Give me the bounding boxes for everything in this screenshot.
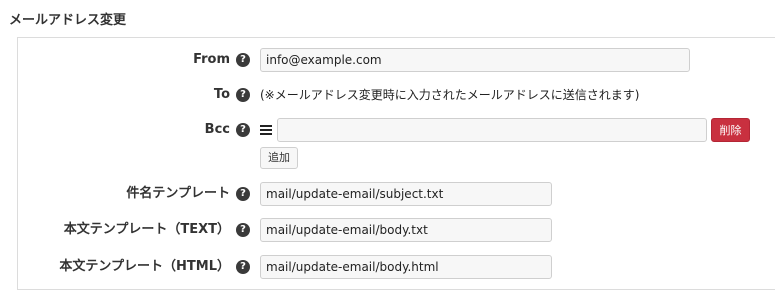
from-input[interactable]: info@example.com (260, 48, 690, 72)
subject-template-label: 件名テンプレート (126, 186, 230, 201)
body-html-template-row: 本文テンプレート（HTML） ? mail/update-email/body.… (0, 254, 775, 280)
question-circle-icon[interactable]: ? (236, 260, 250, 274)
to-row: To ? (※メールアドレス変更時に入力されたメールアドレスに送信されます) (0, 82, 775, 108)
subject-template-input[interactable]: mail/update-email/subject.txt (260, 182, 552, 206)
question-circle-icon[interactable]: ? (236, 187, 250, 201)
subject-template-row: 件名テンプレート ? mail/update-email/subject.txt (0, 181, 775, 207)
bcc-input[interactable] (277, 118, 707, 142)
to-label: To (213, 87, 230, 102)
drag-handle-icon[interactable] (260, 125, 272, 135)
body-html-template-input[interactable]: mail/update-email/body.html (260, 255, 552, 279)
bcc-row: Bcc ? 削除 (0, 117, 775, 143)
question-circle-icon[interactable]: ? (236, 223, 250, 237)
body-text-template-row: 本文テンプレート（TEXT） ? mail/update-email/body.… (0, 217, 775, 243)
body-text-template-label: 本文テンプレート（TEXT） (63, 222, 230, 237)
delete-bcc-button[interactable]: 削除 (711, 118, 750, 142)
section-title: メールアドレス変更 (9, 13, 127, 28)
email-settings-panel (17, 37, 775, 290)
bcc-label: Bcc (204, 122, 230, 137)
question-circle-icon[interactable]: ? (236, 53, 250, 67)
from-row: From ? info@example.com (0, 47, 775, 73)
body-text-template-input[interactable]: mail/update-email/body.txt (260, 218, 552, 242)
from-label: From (193, 52, 230, 67)
body-html-template-label: 本文テンプレート（HTML） (59, 259, 230, 274)
to-note: (※メールアドレス変更時に入力されたメールアドレスに送信されます) (260, 88, 640, 102)
add-bcc-button[interactable]: 追加 (260, 147, 298, 169)
question-circle-icon[interactable]: ? (236, 88, 250, 102)
question-circle-icon[interactable]: ? (236, 123, 250, 137)
